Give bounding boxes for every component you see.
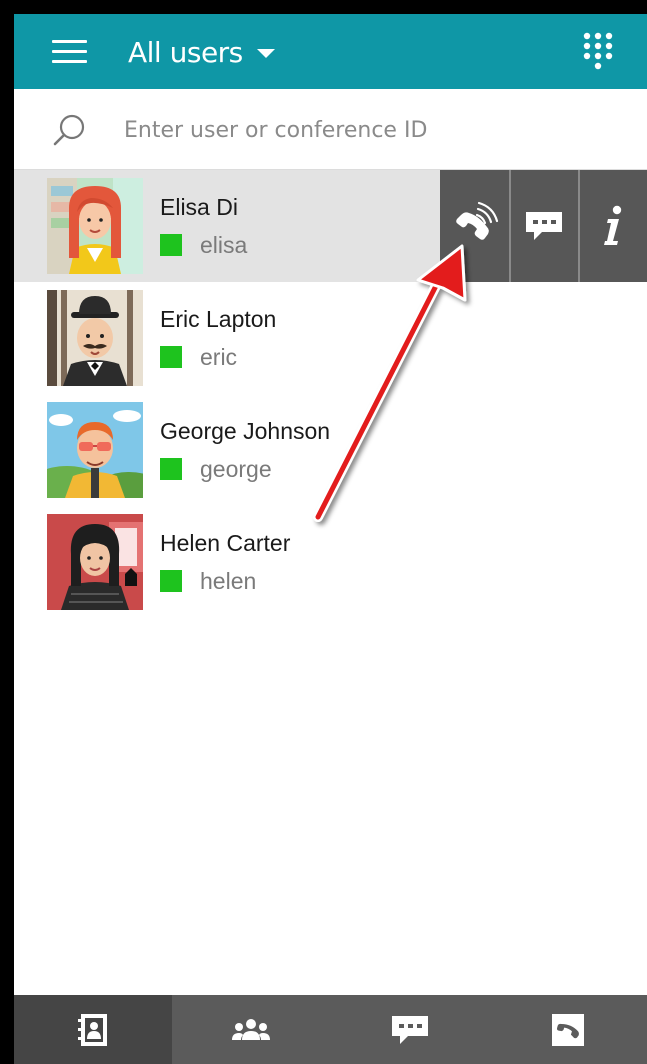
status-online-indicator bbox=[160, 570, 182, 592]
user-handle: elisa bbox=[200, 232, 248, 258]
hamburger-icon[interactable] bbox=[38, 32, 92, 72]
user-row-eric[interactable]: Eric Lapton eric bbox=[14, 282, 647, 394]
user-handle: george bbox=[200, 456, 272, 482]
avatar bbox=[47, 402, 143, 498]
status-online-indicator bbox=[160, 346, 182, 368]
dialpad-icon[interactable] bbox=[572, 26, 624, 78]
status-online-indicator bbox=[160, 234, 182, 256]
user-filter-dropdown[interactable]: All users bbox=[128, 32, 275, 72]
row-action-panel bbox=[440, 170, 647, 282]
call-icon[interactable] bbox=[440, 170, 509, 282]
tab-call-history[interactable] bbox=[489, 995, 647, 1064]
bottom-tab-bar bbox=[14, 995, 647, 1064]
groups-icon bbox=[232, 1018, 271, 1040]
status-online-indicator bbox=[160, 458, 182, 480]
search-icon[interactable] bbox=[50, 111, 90, 151]
user-name: Helen Carter bbox=[160, 530, 291, 556]
app-window: All users Enter user or conference ID El… bbox=[14, 14, 647, 1064]
user-handle: eric bbox=[200, 344, 238, 370]
chat-icon[interactable] bbox=[508, 170, 578, 282]
user-list: Elisa Di elisa Eric Lapton eric George J… bbox=[14, 170, 647, 618]
tab-groups[interactable] bbox=[172, 995, 330, 1064]
tab-chat[interactable] bbox=[331, 995, 489, 1064]
search-input[interactable] bbox=[124, 111, 624, 149]
user-name: George Johnson bbox=[160, 418, 331, 444]
info-icon[interactable] bbox=[578, 170, 647, 282]
chat-icon bbox=[391, 1015, 428, 1044]
avatar bbox=[47, 514, 143, 610]
user-row-helen[interactable]: Helen Carter helen bbox=[14, 506, 647, 618]
tab-contacts[interactable] bbox=[14, 995, 173, 1064]
user-row-elisa[interactable]: Elisa Di elisa bbox=[14, 170, 647, 282]
user-name: Elisa Di bbox=[160, 194, 238, 220]
avatar bbox=[47, 178, 143, 274]
user-name: Eric Lapton bbox=[160, 306, 277, 332]
call-history-icon bbox=[551, 1013, 584, 1046]
avatar bbox=[47, 290, 143, 386]
user-handle: helen bbox=[200, 568, 257, 594]
app-header: All users bbox=[14, 14, 647, 89]
caret-down-icon bbox=[256, 48, 275, 58]
header-title: All users bbox=[128, 35, 243, 69]
user-row-george[interactable]: George Johnson george bbox=[14, 394, 647, 506]
screenshot-frame: All users Enter user or conference ID El… bbox=[0, 0, 647, 1064]
search-bar bbox=[14, 89, 647, 170]
contacts-icon bbox=[78, 1013, 108, 1046]
